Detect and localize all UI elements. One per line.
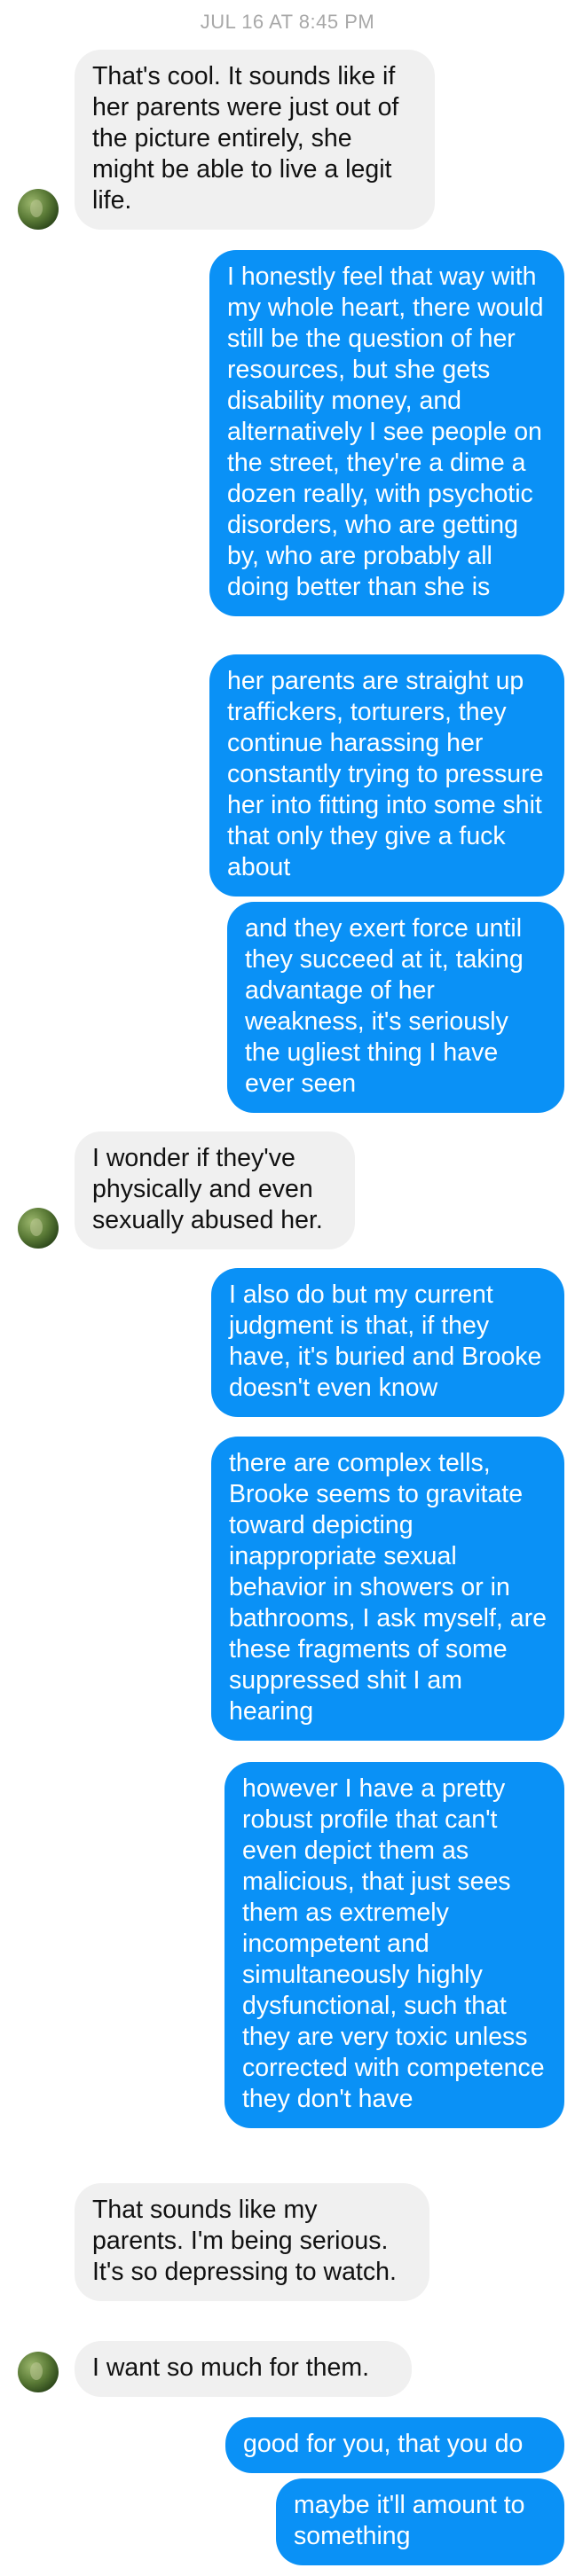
message-bubble-outgoing[interactable]: maybe it'll amount to something xyxy=(276,2478,564,2565)
message-bubble-incoming[interactable]: I want so much for them. xyxy=(75,2341,412,2397)
message-thread: JUL 16 AT 8:45 PM That's cool. It sounds… xyxy=(0,0,575,2576)
timestamp: JUL 16 AT 8:45 PM xyxy=(200,11,375,33)
message-bubble-outgoing[interactable]: and they exert force until they succeed … xyxy=(227,902,564,1113)
avatar-icon[interactable] xyxy=(18,189,59,230)
message-bubble-outgoing[interactable]: good for you, that you do xyxy=(225,2417,564,2473)
message-bubble-outgoing[interactable]: there are complex tells, Brooke seems to… xyxy=(211,1437,564,1741)
message-bubble-outgoing[interactable]: her parents are straight up traffickers,… xyxy=(209,654,564,897)
message-bubble-incoming[interactable]: I wonder if they've physically and even … xyxy=(75,1131,355,1249)
avatar-icon[interactable] xyxy=(18,2352,59,2392)
message-bubble-incoming[interactable]: That's cool. It sounds like if her paren… xyxy=(75,50,435,230)
message-bubble-outgoing[interactable]: however I have a pretty robust profile t… xyxy=(224,1762,564,2128)
message-bubble-outgoing[interactable]: I also do but my current judgment is tha… xyxy=(211,1268,564,1417)
message-bubble-outgoing[interactable]: I honestly feel that way with my whole h… xyxy=(209,250,564,616)
avatar-icon[interactable] xyxy=(18,1208,59,1249)
message-bubble-incoming[interactable]: That sounds like my parents. I'm being s… xyxy=(75,2183,429,2301)
